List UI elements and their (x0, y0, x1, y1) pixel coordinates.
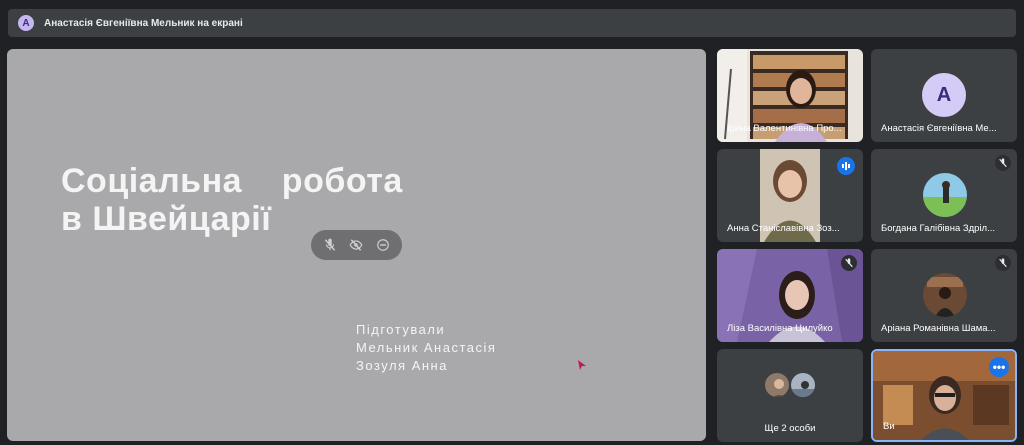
participant-tile[interactable]: Ліза Василівна Цилуйко (717, 249, 863, 342)
participant-tile[interactable]: Анна Станіславівна Зоз... (717, 149, 863, 242)
more-options-icon[interactable]: ••• (989, 357, 1009, 377)
participant-tile[interactable]: Аріана Романівна Шама... (871, 249, 1017, 342)
avatar (923, 273, 967, 317)
avatar: А (922, 73, 966, 117)
participant-name: Анастасія Євгеніївна Ме... (881, 123, 997, 134)
mic-off-icon (841, 255, 857, 271)
mouse-cursor-icon (578, 360, 586, 370)
mic-off-icon[interactable] (321, 236, 339, 254)
mic-off-icon (995, 255, 1011, 271)
presentation-controls (311, 230, 402, 260)
presenter-avatar: А (18, 15, 34, 31)
slide-subtitle: Підготували Мельник Анастасія Зозуля Анн… (356, 321, 496, 375)
participant-name: Ви (883, 421, 895, 432)
visibility-off-icon[interactable] (347, 236, 365, 254)
more-participants-tile[interactable]: Ще 2 особи (717, 349, 863, 442)
self-view-tile[interactable]: ••• Ви (871, 349, 1017, 442)
slide-title: Соціальна робота в Швейцарії (61, 162, 403, 238)
remove-circle-icon[interactable] (374, 236, 392, 254)
avatar (923, 173, 967, 217)
slide-sub-line2: Мельник Анастасія (356, 340, 497, 355)
presenter-banner: А Анастасія Євгеніївна Мельник на екрані (8, 9, 1016, 37)
presenter-banner-text: Анастасія Євгеніївна Мельник на екрані (44, 17, 243, 29)
mic-off-icon (995, 155, 1011, 171)
slide-title-line1: Соціальна робота (61, 162, 403, 200)
participant-tile[interactable]: Богдана Галібівна Здріл... (871, 149, 1017, 242)
participant-name: Ще 2 особи (764, 423, 816, 434)
participant-name: Ірина Валентинівна Про... (727, 123, 842, 134)
participant-name: Богдана Галібівна Здріл... (881, 223, 996, 234)
participant-name: Анна Станіславівна Зоз... (727, 223, 840, 234)
slide-sub-line3: Зозуля Анна (356, 358, 448, 373)
participant-name: Ліза Василівна Цилуйко (727, 323, 833, 334)
presentation-view[interactable]: Соціальна робота в Швейцарії Підготували… (7, 49, 706, 441)
avatar (763, 371, 791, 399)
participant-tile[interactable]: А Анастасія Євгеніївна Ме... (871, 49, 1017, 142)
participant-tile[interactable]: Ірина Валентинівна Про... (717, 49, 863, 142)
slide-sub-line1: Підготували (356, 322, 446, 337)
avatar (789, 371, 817, 399)
participant-name: Аріана Романівна Шама... (881, 323, 996, 334)
speaking-indicator-icon (837, 157, 855, 175)
